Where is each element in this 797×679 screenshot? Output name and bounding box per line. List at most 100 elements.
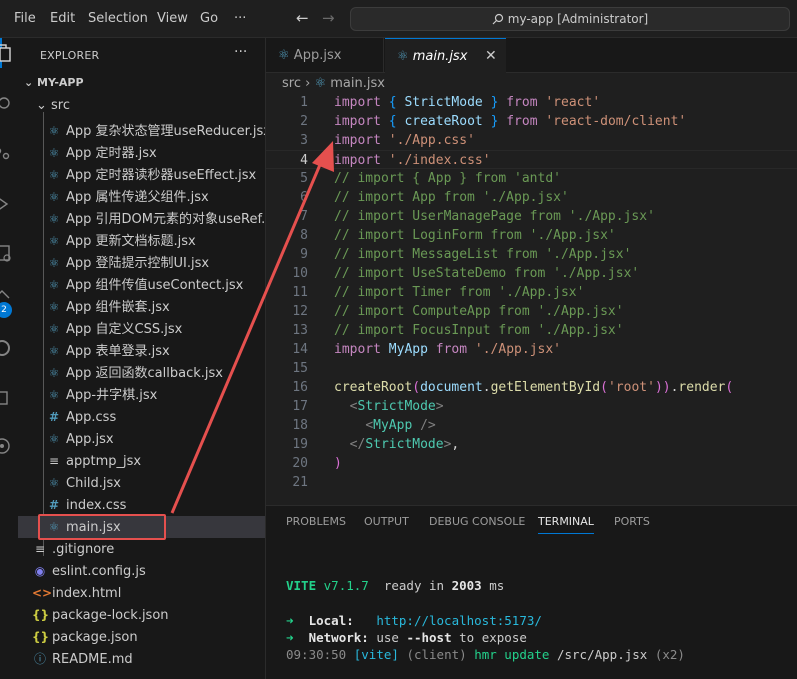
tab-terminal[interactable]: TERMINAL <box>538 515 594 534</box>
file-item[interactable]: ≡ apptmp_jsx <box>18 450 265 472</box>
file-item[interactable]: {} package.json <box>18 626 265 648</box>
run-debug-icon[interactable] <box>0 194 12 214</box>
code-line[interactable]: 12 // import ComputeApp from './App.jsx' <box>266 302 797 321</box>
code-text: import './App.css' <box>334 133 475 148</box>
tab-debug-console[interactable]: DEBUG CONSOLE <box>429 515 525 528</box>
react-icon: ⚛ <box>48 432 60 446</box>
code-text: createRoot(document.getElementById('root… <box>334 380 734 395</box>
code-line[interactable]: 13 // import FocusInput from './App.jsx' <box>266 321 797 340</box>
search-activity-icon[interactable] <box>0 95 12 115</box>
css-hash-icon: # <box>48 410 60 424</box>
breadcrumb-file[interactable]: main.jsx <box>330 76 385 91</box>
file-item[interactable]: ⚛ App.jsx <box>18 428 265 450</box>
line-number: 5 <box>300 171 308 186</box>
file-item[interactable]: ⚛ App 登陆提示控制UI.jsx <box>18 252 265 274</box>
file-item[interactable]: ⚛ App 自定义CSS.jsx <box>18 318 265 340</box>
file-item[interactable]: ⚛ App 组件传值useContect.jsx <box>18 274 265 296</box>
source-control-icon[interactable] <box>0 146 12 166</box>
tab-problems[interactable]: PROBLEMS <box>286 515 346 528</box>
src-folder[interactable]: ⌄ src <box>36 98 70 113</box>
react-icon: ⚛ <box>48 300 60 314</box>
edge-icon[interactable] <box>0 338 12 358</box>
code-line[interactable]: 14 import MyApp from './App.jsx' <box>266 340 797 359</box>
file-item[interactable]: ≡ .gitignore <box>18 538 265 560</box>
file-item[interactable]: ⚛ App 属性传递父组件.jsx <box>18 186 265 208</box>
file-item[interactable]: ⚛ App 引用DOM元素的对象useRef.j... <box>18 208 265 230</box>
file-label: apptmp_jsx <box>66 454 142 469</box>
code-line[interactable]: 18 <MyApp /> <box>266 416 797 435</box>
file-item[interactable]: # index.css <box>18 494 265 516</box>
code-line[interactable]: 20) <box>266 454 797 473</box>
react-icon: ⚛ <box>48 190 60 204</box>
bottom-panel: PROBLEMS OUTPUT DEBUG CONSOLE TERMINAL P… <box>266 505 797 679</box>
file-item[interactable]: ⚛ App 返回函数callback.jsx <box>18 362 265 384</box>
code-line[interactable]: 5 // import { App } from 'antd' <box>266 169 797 188</box>
menu-selection[interactable]: Selection <box>88 11 148 26</box>
tab-output[interactable]: OUTPUT <box>364 515 409 528</box>
forward-arrow-icon[interactable]: → <box>322 9 335 27</box>
root-folder[interactable]: ⌄ MY-APP <box>24 76 84 89</box>
file-item[interactable]: # App.css <box>18 406 265 428</box>
code-line[interactable]: 3 import './App.css' <box>266 131 797 150</box>
command-center[interactable]: my-app [Administrator] <box>350 7 790 31</box>
code-line[interactable]: 8 // import LoginForm from './App.jsx' <box>266 226 797 245</box>
file-label: App-井字棋.jsx <box>66 388 158 403</box>
copy-icon[interactable] <box>0 388 12 408</box>
terminal-line-local: ➜ Local: http://localhost:5173/ <box>286 613 542 628</box>
file-item[interactable]: {} package-lock.json <box>18 604 265 626</box>
file-item[interactable]: ⚛ App 定时器读秒器useEffect.jsx <box>18 164 265 186</box>
menu-view[interactable]: View <box>157 11 188 26</box>
code-line[interactable]: 16 createRoot(document.getElementById('ro… <box>266 378 797 397</box>
line-number: 20 <box>292 456 308 471</box>
file-item[interactable]: ⚛ Child.jsx <box>18 472 265 494</box>
react-icon: ⚛ <box>48 146 60 160</box>
code-line[interactable]: 6 // import App from './App.jsx' <box>266 188 797 207</box>
file-item[interactable]: <>index.html <box>18 582 265 604</box>
tab-app-jsx[interactable]: ⚛ App.jsx <box>266 38 384 73</box>
extensions-icon[interactable] <box>0 243 12 263</box>
code-line[interactable]: 15 <box>266 359 797 378</box>
file-label: App.jsx <box>66 432 114 447</box>
file-item[interactable]: ⚛ App 组件嵌套.jsx <box>18 296 265 318</box>
tab-label: App.jsx <box>293 48 342 63</box>
close-icon[interactable]: ✕ <box>485 39 497 74</box>
text-file-icon: ≡ <box>34 542 46 556</box>
file-label: App 组件传值useContect.jsx <box>66 278 244 293</box>
line-number: 6 <box>300 190 308 205</box>
file-label: index.css <box>66 498 127 513</box>
timeline-icon[interactable] <box>0 436 12 456</box>
menu-edit[interactable]: Edit <box>50 11 75 26</box>
file-item[interactable]: ⚛ App-井字棋.jsx <box>18 384 265 406</box>
back-arrow-icon[interactable]: ← <box>296 9 309 27</box>
code-line[interactable]: 9 // import MessageList from './App.jsx' <box>266 245 797 264</box>
local-url-link[interactable]: http://localhost:5173/ <box>376 613 542 628</box>
menu-more[interactable]: ··· <box>234 11 246 26</box>
explorer-icon[interactable] <box>0 42 12 62</box>
code-line[interactable]: 10 // import UseStateDemo from './App.jsx… <box>266 264 797 283</box>
code-line[interactable]: 2 import { createRoot } from 'react-dom/c… <box>266 112 797 131</box>
code-line[interactable]: 11 // import Timer from './App.jsx' <box>266 283 797 302</box>
file-item[interactable]: ⚛ App 定时器.jsx <box>18 142 265 164</box>
code-line[interactable]: 19 </StrictMode>, <box>266 435 797 454</box>
file-item[interactable]: ⚛ App 复杂状态管理useReducer.jsx <box>18 120 265 142</box>
code-line[interactable]: 1 import { StrictMode } from 'react' <box>266 93 797 112</box>
menu-go[interactable]: Go <box>200 11 218 26</box>
file-item[interactable]: ⓘ README.md <box>18 648 265 670</box>
line-number: 17 <box>292 399 308 414</box>
file-item[interactable]: ◉ eslint.config.js <box>18 560 265 582</box>
react-icon: ⚛ <box>278 48 294 63</box>
more-actions-icon[interactable]: ··· <box>234 44 247 60</box>
breadcrumb-folder[interactable]: src <box>282 76 301 91</box>
react-icon: ⚛ <box>48 212 60 226</box>
code-line[interactable]: 7 // import UserManagePage from './App.js… <box>266 207 797 226</box>
file-item[interactable]: ⚛ App 更新文档标题.jsx <box>18 230 265 252</box>
file-label: App 登陆提示控制UI.jsx <box>66 256 210 271</box>
file-item[interactable]: ⚛ App 表单登录.jsx <box>18 340 265 362</box>
tab-ports[interactable]: PORTS <box>614 515 650 528</box>
tab-main-jsx[interactable]: ⚛ main.jsx ✕ <box>385 38 506 73</box>
code-line[interactable]: 17 <StrictMode> <box>266 397 797 416</box>
css-hash-icon: # <box>48 498 60 512</box>
menu-file[interactable]: File <box>14 11 36 26</box>
code-line[interactable]: 21 <box>266 473 797 492</box>
code-line[interactable]: 4 import './index.css' <box>266 150 797 169</box>
